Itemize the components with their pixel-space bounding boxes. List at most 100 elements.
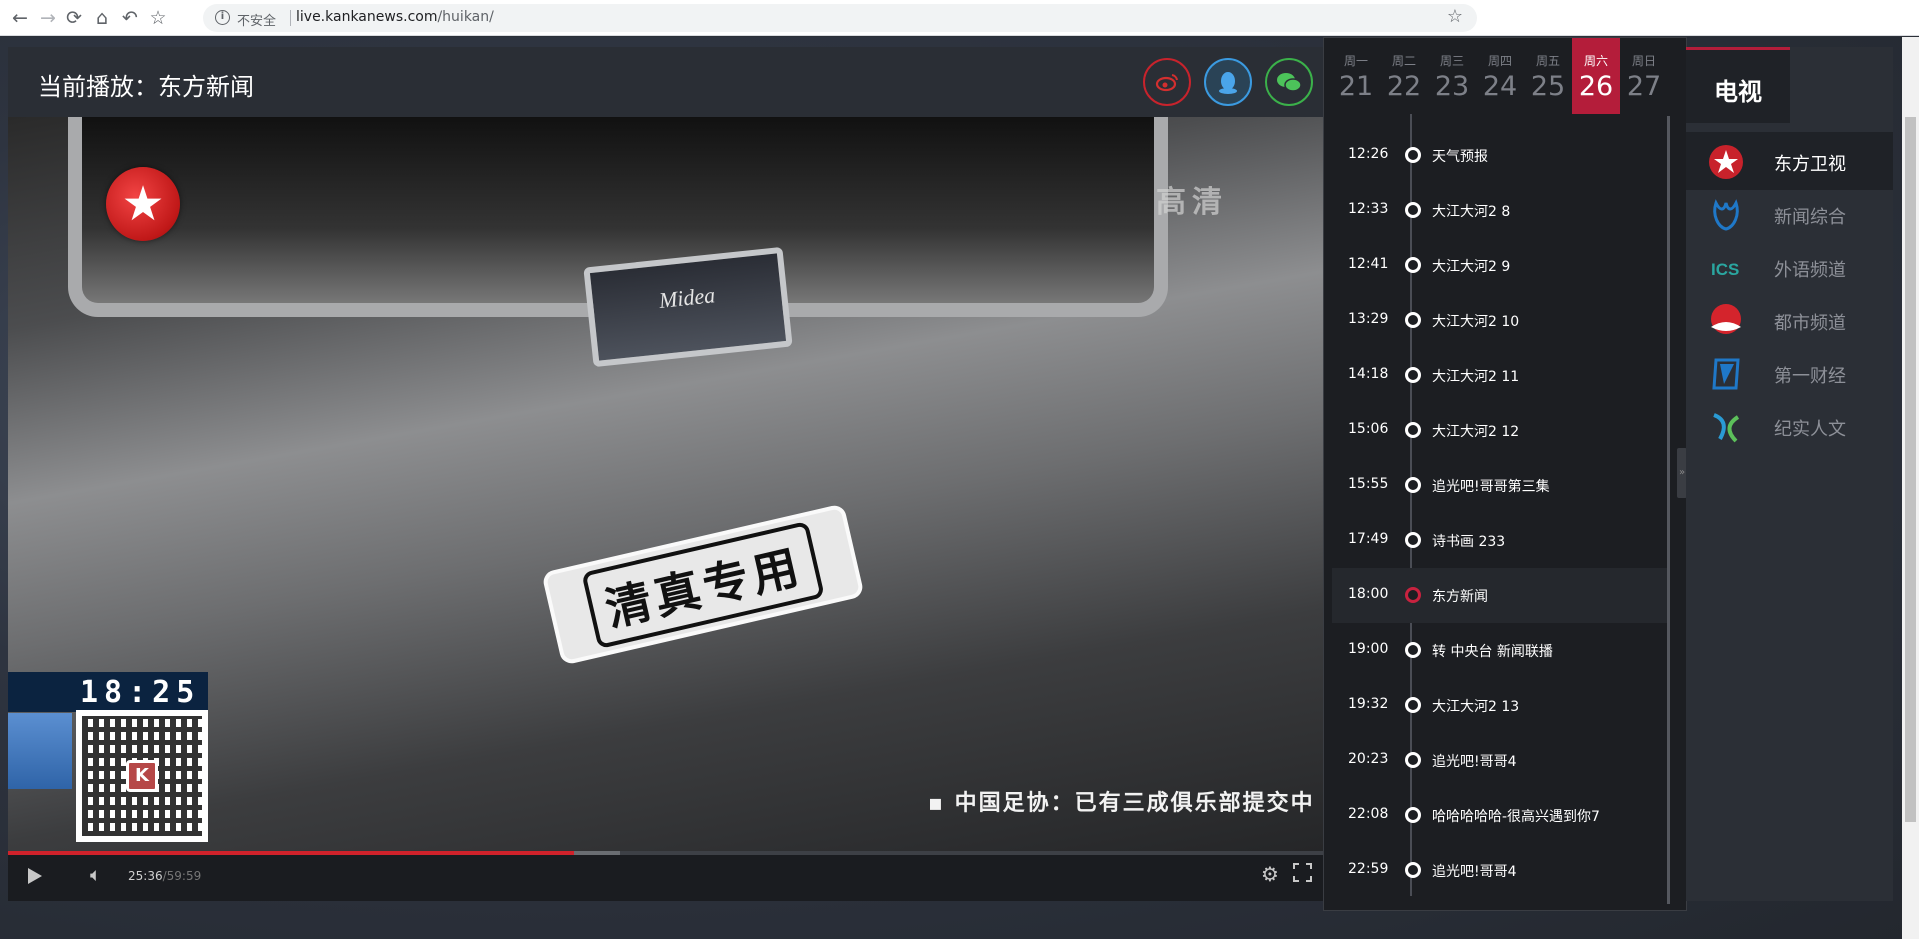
day-tab[interactable]: 周三 23 (1428, 38, 1476, 114)
timeline-dot-icon (1405, 807, 1421, 823)
star-icon[interactable]: ☆ (1447, 6, 1463, 27)
timeline-dot-icon (1405, 587, 1421, 603)
qq-icon[interactable] (1204, 58, 1252, 106)
url-host: live.kankanews.com (296, 9, 438, 25)
channel-item[interactable]: 东方卫视 (1686, 132, 1893, 190)
info-icon[interactable]: i (215, 10, 230, 25)
home-icon[interactable]: ⌂ (90, 6, 114, 30)
timeline-dot-icon (1405, 697, 1421, 713)
settings-gear-icon[interactable]: ⚙ (1261, 862, 1279, 886)
program-time: 18:00 (1348, 586, 1389, 602)
program-item[interactable]: 15:06 大江大河2 12 (1332, 403, 1668, 458)
back-icon[interactable]: ← (8, 6, 32, 30)
play-icon[interactable] (28, 868, 42, 884)
program-item[interactable]: 15:55 追光吧!哥哥第三集 (1332, 458, 1668, 513)
channel-name: 第一财经 (1774, 366, 1846, 387)
bookmark-star-icon[interactable]: ☆ (146, 6, 170, 30)
video-player: 当前播放：东方新闻 ★ 高清 Midea 清真专用 18:25 K ▪ 中国足协… (8, 47, 1324, 901)
program-item[interactable]: 13:29 大江大河2 10 (1332, 293, 1668, 348)
page-scrollbar-thumb[interactable] (1905, 117, 1916, 822)
day-tab[interactable]: 周日 27 (1620, 38, 1668, 114)
channel-item[interactable]: 第一财经 (1686, 344, 1893, 402)
program-title: 追光吧!哥哥4 (1432, 864, 1517, 880)
day-tab[interactable]: 周一 21 (1332, 38, 1380, 114)
timeline-dot-icon (1405, 532, 1421, 548)
program-item[interactable]: 22:08 哈哈哈哈哈-很高兴遇到你7 (1332, 788, 1668, 843)
day-number: 26 (1578, 71, 1614, 102)
timeline-dot-icon (1405, 642, 1421, 658)
video-sticker-text: 清真专用 (581, 520, 825, 649)
program-title: 哈哈哈哈哈-很高兴遇到你7 (1432, 809, 1600, 825)
program-item[interactable]: 14:18 大江大河2 11 (1332, 348, 1668, 403)
day-tab[interactable]: 周五 25 (1524, 38, 1572, 114)
program-time: 14:18 (1348, 366, 1389, 382)
day-number: 27 (1626, 71, 1662, 102)
program-title: 大江大河2 11 (1432, 369, 1520, 385)
program-item[interactable]: 12:26 天气预报 (1332, 128, 1668, 183)
kankan-logo-icon: K (126, 760, 158, 792)
program-title: 转 中央台 新闻联播 (1432, 644, 1553, 660)
program-item[interactable]: 18:00 东方新闻 (1332, 568, 1668, 623)
wechat-icon[interactable] (1265, 58, 1313, 106)
program-time: 13:29 (1348, 311, 1389, 327)
program-time: 15:06 (1348, 421, 1389, 437)
metro-icon (1708, 303, 1744, 339)
day-tab[interactable]: 周四 24 (1476, 38, 1524, 114)
reload-icon[interactable]: ⟳ (62, 6, 86, 30)
day-tab[interactable]: 周六 26 (1572, 38, 1620, 114)
day-name: 周一 (1343, 54, 1368, 68)
tab-tv[interactable]: 电视 (1686, 47, 1790, 123)
day-tab[interactable]: 周二 22 (1380, 38, 1428, 114)
timeline-dot-icon (1405, 862, 1421, 878)
program-item[interactable]: 20:23 追光吧!哥哥4 (1332, 733, 1668, 788)
day-name: 周三 (1439, 54, 1464, 68)
qr-pattern: K (82, 716, 202, 836)
program-time: 12:26 (1348, 146, 1389, 162)
hd-watermark: 高清 (1156, 185, 1228, 220)
video-frame[interactable]: ★ 高清 Midea 清真专用 18:25 K ▪ 中国足协：已有三成俱乐部提交… (8, 117, 1324, 851)
schedule-scrollbar[interactable] (1667, 116, 1670, 904)
volume-icon[interactable]: 🔈︎ (90, 864, 101, 886)
channel-item[interactable]: ICS 外语频道 (1686, 238, 1893, 296)
insecure-label: 不安全 (237, 14, 277, 29)
tab-tv-label: 电视 (1714, 78, 1762, 106)
program-time: 19:00 (1348, 641, 1389, 657)
program-item[interactable]: 22:59 追光吧!哥哥4 (1332, 843, 1668, 898)
program-time: 17:49 (1348, 531, 1389, 547)
forward-icon[interactable]: → (36, 6, 60, 30)
day-name: 周六 (1583, 54, 1608, 68)
channel-item[interactable]: 新闻综合 (1686, 185, 1893, 243)
news-icon (1708, 197, 1744, 233)
program-item[interactable]: 17:49 诗书画 233 (1332, 513, 1668, 568)
now-playing-title: 当前播放：东方新闻 (38, 73, 254, 101)
url-text[interactable]: live.kankanews.com/huikan/ (296, 9, 494, 25)
timeline-dot-icon (1405, 367, 1421, 383)
fullscreen-icon[interactable] (1292, 862, 1313, 883)
program-item[interactable]: 19:00 转 中央台 新闻联播 (1332, 623, 1668, 678)
day-number: 23 (1434, 71, 1470, 102)
day-name: 周日 (1631, 54, 1656, 68)
program-time: 15:55 (1348, 476, 1389, 492)
channel-item[interactable]: 都市频道 (1686, 291, 1893, 349)
timeline-dot-icon (1405, 477, 1421, 493)
ics-icon: ICS (1708, 250, 1744, 286)
day-name: 周四 (1487, 54, 1512, 68)
program-title: 诗书画 233 (1432, 534, 1506, 550)
progress-bar[interactable] (8, 851, 1324, 855)
program-item[interactable]: 12:33 大江大河2 8 (1332, 183, 1668, 238)
page-scrollbar[interactable] (1902, 37, 1919, 939)
program-title: 追光吧!哥哥4 (1432, 754, 1517, 770)
weibo-icon[interactable] (1143, 58, 1191, 106)
timeline-dot-icon (1405, 257, 1421, 273)
undo-icon[interactable]: ↶ (118, 6, 142, 30)
timeline-dot-icon (1405, 202, 1421, 218)
program-title: 追光吧!哥哥第三集 (1432, 479, 1550, 495)
program-item[interactable]: 19:32 大江大河2 13 (1332, 678, 1668, 733)
day-number: 25 (1530, 71, 1566, 102)
channel-item[interactable]: 纪实人文 (1686, 397, 1893, 455)
address-bar[interactable]: i 不安全 live.kankanews.com/huikan/ ☆ (203, 4, 1477, 32)
program-title: 大江大河2 13 (1432, 699, 1520, 715)
channel-name: 都市频道 (1774, 313, 1846, 334)
program-item[interactable]: 12:41 大江大河2 9 (1332, 238, 1668, 293)
program-time: 22:59 (1348, 861, 1389, 877)
